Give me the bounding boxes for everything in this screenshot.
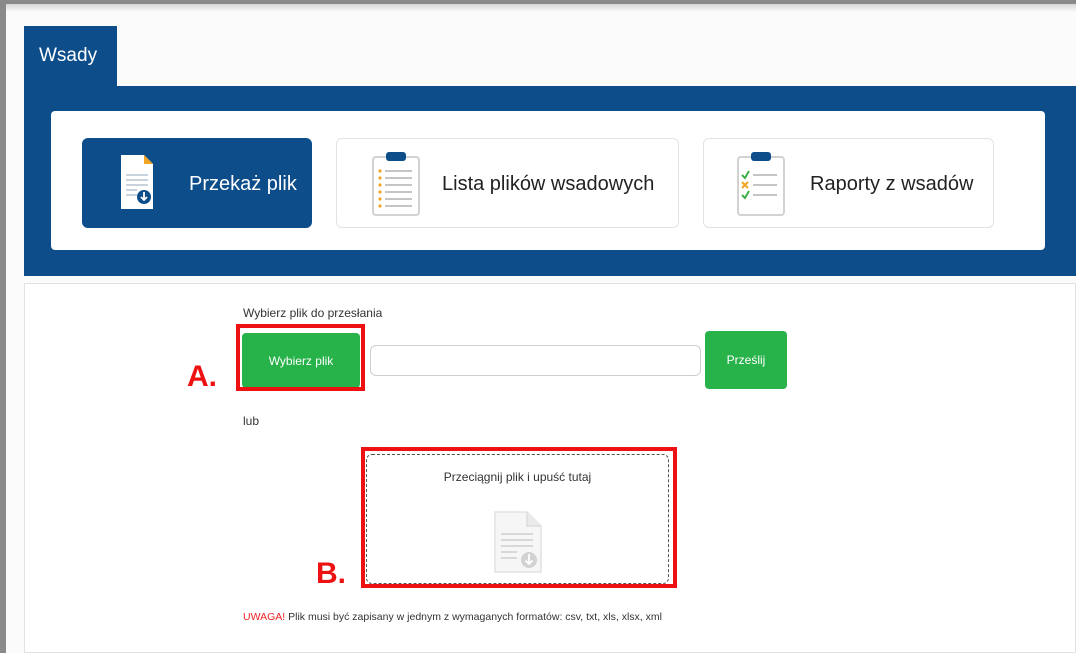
marker-a: A.	[187, 360, 217, 393]
marker-b: B.	[316, 557, 346, 590]
nav-batch-reports-label: Raporty z wsadów	[810, 173, 974, 195]
upload-document-icon	[119, 153, 155, 216]
highlight-b	[361, 447, 677, 588]
frame-shadow	[6, 4, 1076, 12]
highlight-a	[236, 324, 365, 391]
upload-prompt: Wybierz plik do przesłania	[243, 306, 383, 320]
file-path-input[interactable]	[370, 345, 701, 376]
nav-batch-reports[interactable]: Raporty z wsadów	[703, 138, 994, 228]
nav-batch-file-list-label: Lista plików wsadowych	[442, 173, 655, 195]
warning-prefix: UWAGA!	[243, 611, 286, 623]
or-label: lub	[243, 414, 260, 428]
warning-text: Plik musi być zapisany w jednym z wymaga…	[285, 611, 662, 623]
nav-upload-file[interactable]: Przekaż plik	[82, 138, 312, 228]
tab-wsady[interactable]: Wsady	[24, 26, 117, 88]
clipboard-list-icon	[371, 151, 421, 222]
upload-submit-button[interactable]: Prześlij	[705, 331, 787, 389]
nav-upload-file-label: Przekaż plik	[189, 173, 297, 195]
nav-batch-file-list[interactable]: Lista plików wsadowych	[336, 138, 679, 228]
format-warning: UWAGA! Plik musi być zapisany w jednym z…	[243, 611, 662, 623]
clipboard-check-icon	[736, 151, 786, 222]
